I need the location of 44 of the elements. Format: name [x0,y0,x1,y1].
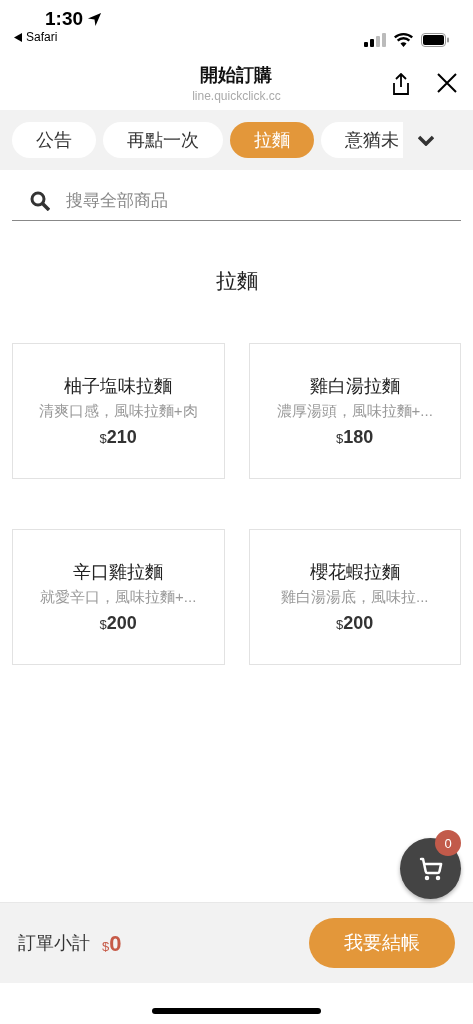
product-name: 櫻花蝦拉麵 [309,561,400,584]
price-amount: 180 [343,427,374,448]
product-description: 濃厚湯頭，風味拉麵+... [276,402,433,421]
section-heading: 拉麵 [214,268,259,294]
status-time: 1:30 [45,8,84,30]
currency-sign: $ [102,939,110,954]
location-arrow-icon [87,11,103,27]
currency-sign: $ [336,617,344,632]
product-name: 柚子塩味拉麵 [64,375,173,398]
product-card[interactable]: 雞白湯拉麵 濃厚湯頭，風味拉麵+... $180 [248,343,461,479]
category-tab[interactable]: 意猶未 [321,122,403,158]
share-icon[interactable] [391,73,411,95]
battery-icon [421,32,449,47]
close-icon[interactable] [437,73,457,93]
search-field[interactable]: 搜尋全部商品 [64,190,461,212]
currency-sign: $ [99,617,107,632]
search-icon [30,191,50,211]
category-tab[interactable]: 再點一次 [103,122,223,158]
product-card[interactable]: 櫻花蝦拉麵 雞白湯湯底，風味拉... $200 [248,529,461,665]
chevron-down-icon[interactable] [418,134,434,146]
product-card[interactable]: 辛口雞拉麵 就愛辛口，風味拉麵+... $200 [12,529,225,665]
signal-icon [364,32,386,47]
page-url: line.quickclick.cc [192,88,281,103]
product-description: 就愛辛口，風味拉麵+... [40,588,197,607]
cart-count-badge: 0 [435,830,461,856]
cart-icon [418,856,443,881]
subtotal-label: 訂單小計 [18,932,90,955]
subtotal-amount: 0 [109,931,122,957]
category-tab[interactable]: 公告 [12,122,96,158]
page-title: 開始訂購 [200,63,273,87]
back-to-safari-link[interactable]: Safari [26,30,58,44]
price-amount: 210 [106,427,137,448]
cart-button[interactable] [400,838,461,899]
product-description: 清爽口感，風味拉麵+肉 [38,402,198,421]
back-triangle-icon [14,32,22,42]
product-name: 雞白湯拉麵 [309,375,400,398]
wifi-icon [394,32,413,47]
price-amount: 200 [343,613,374,634]
currency-sign: $ [336,431,344,446]
product-card[interactable]: 柚子塩味拉麵 清爽口感，風味拉麵+肉 $210 [12,343,225,479]
product-name: 辛口雞拉麵 [73,561,164,584]
product-description: 雞白湯湯底，風味拉... [281,588,429,607]
price-amount: 200 [106,613,137,634]
currency-sign: $ [99,431,107,446]
